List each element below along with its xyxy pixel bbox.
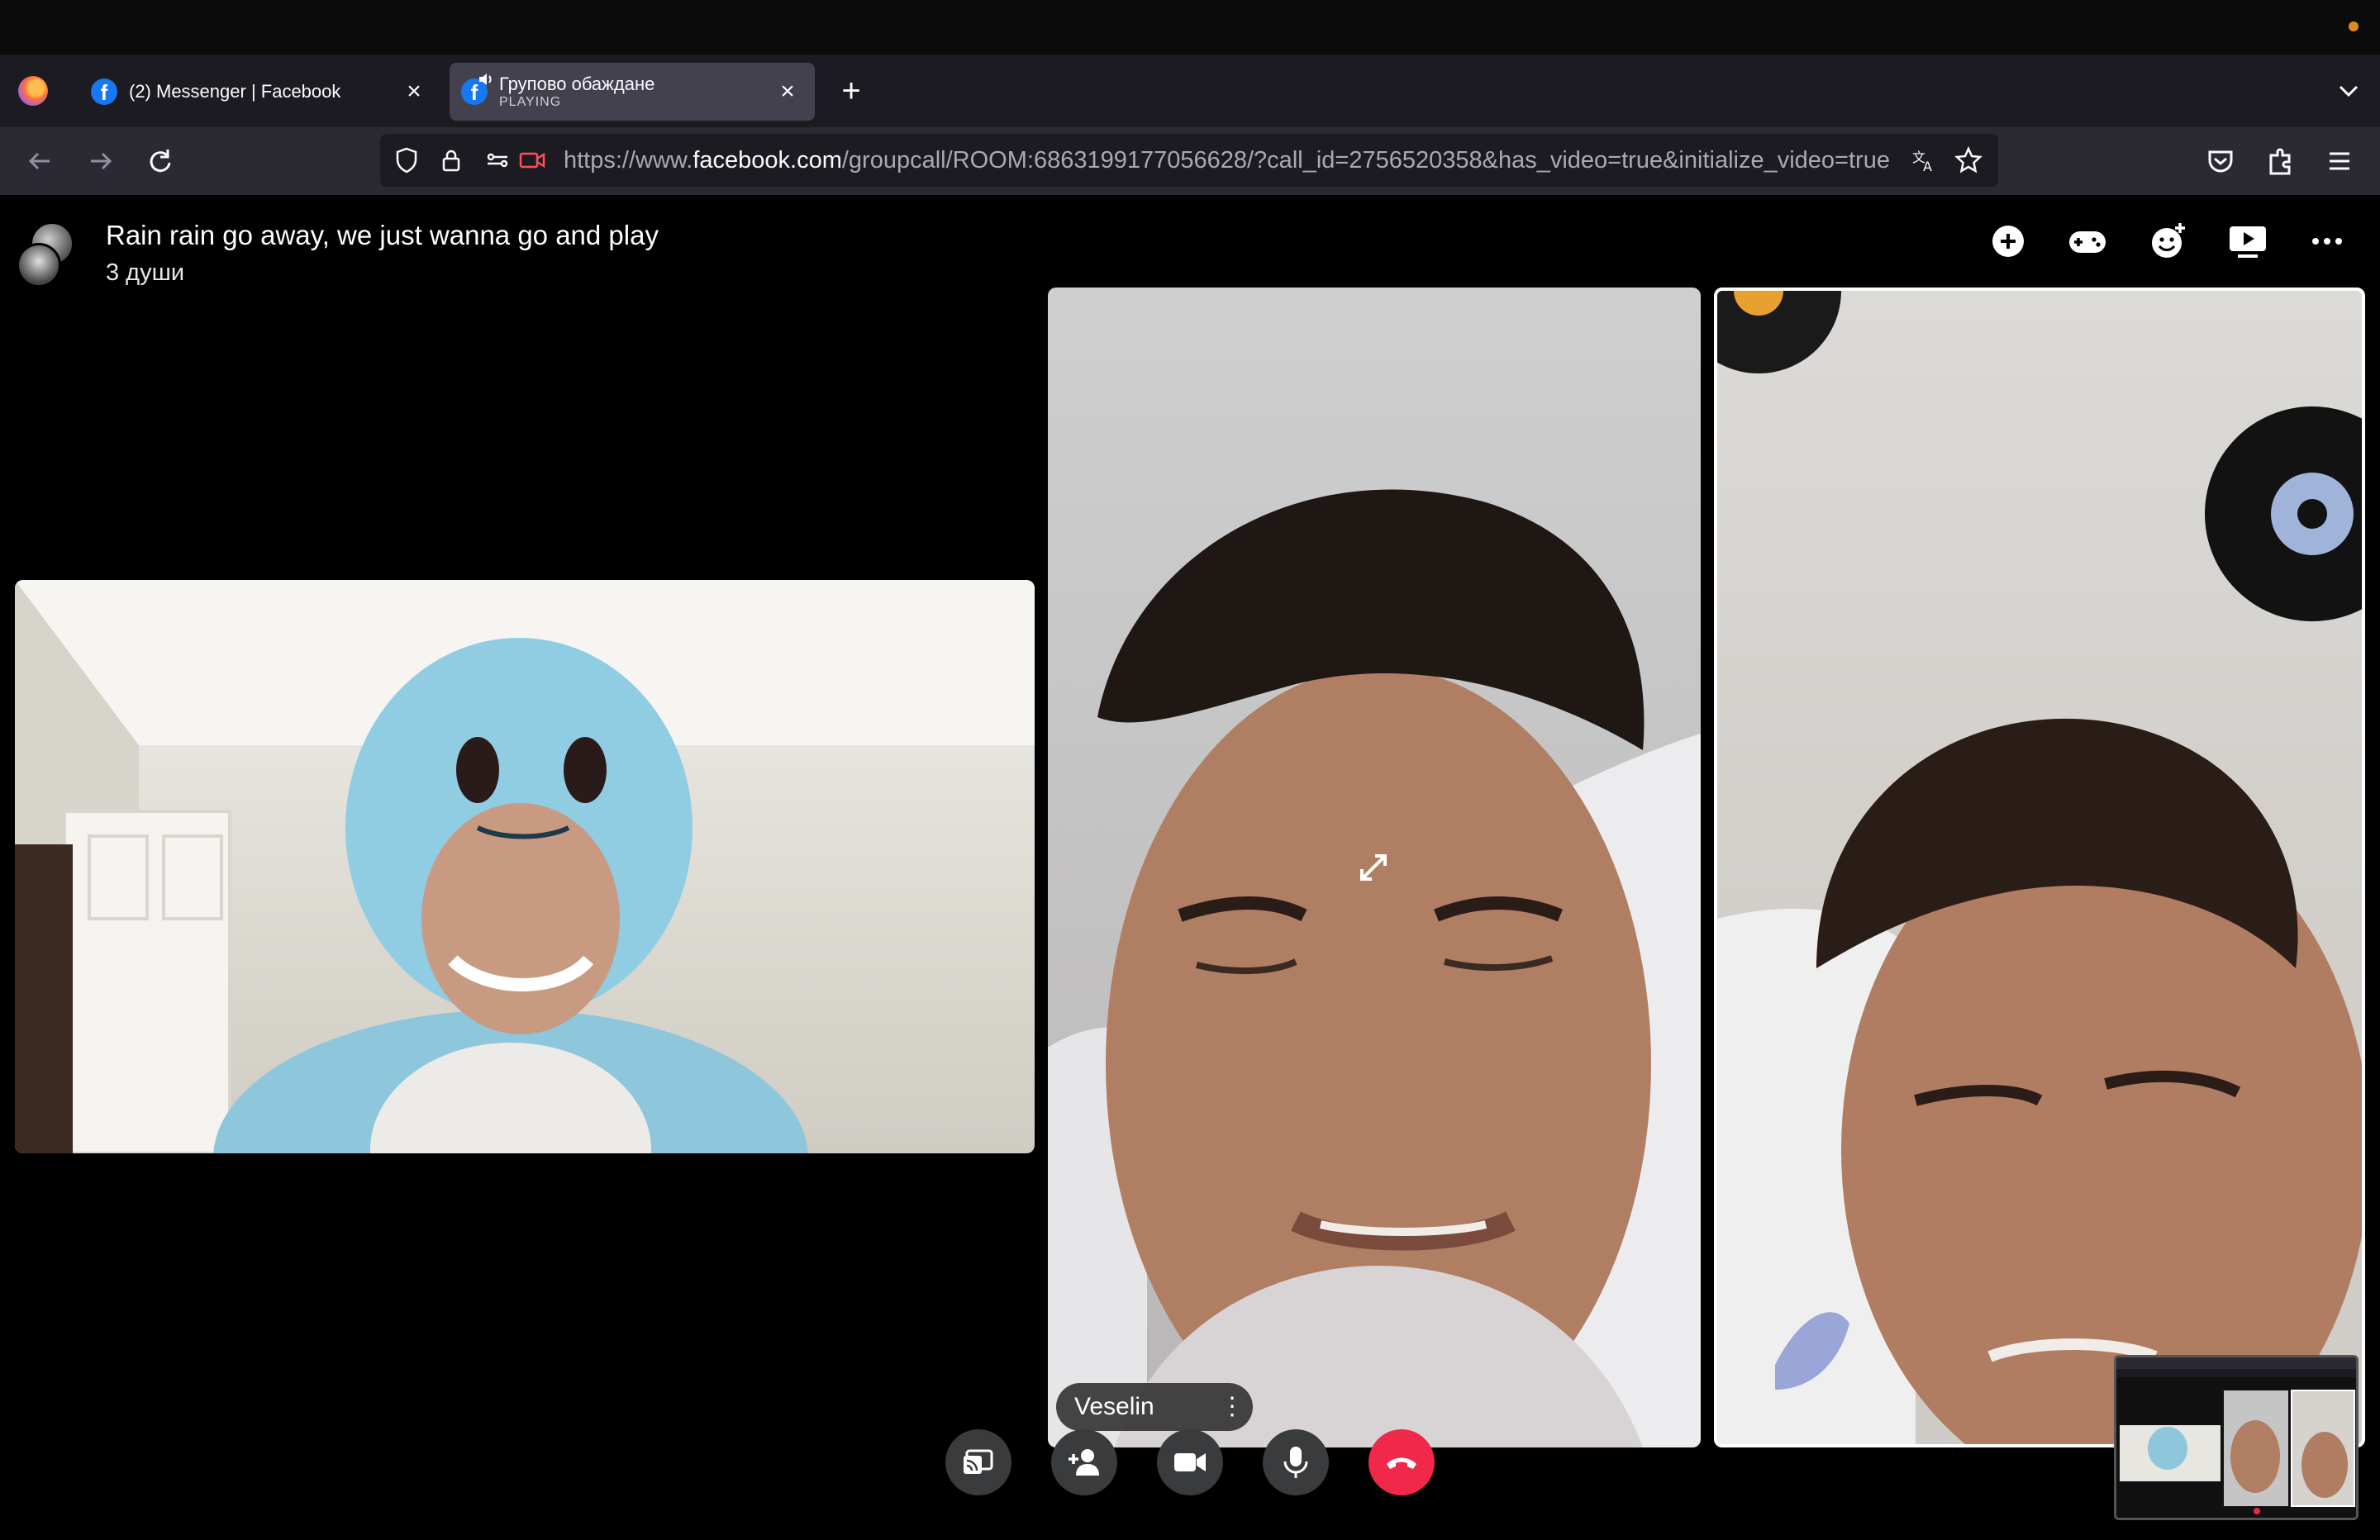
share-screen-icon: [964, 1449, 993, 1474]
translate-icon[interactable]: 文 A: [1909, 145, 1939, 175]
tab-title: Групово обаждане: [499, 74, 655, 94]
forward-icon[interactable]: [83, 144, 117, 178]
end-call-icon: [1387, 1457, 1416, 1469]
participant-video-1[interactable]: [15, 580, 1035, 1153]
url-bar[interactable]: https://www.facebook.com/groupcall/ROOM:…: [380, 134, 1998, 187]
speaker-playing-icon[interactable]: [478, 71, 494, 88]
tab-strip: f (2) Messenger | Facebook × f Групово о…: [0, 55, 2380, 127]
new-tab-icon[interactable]: +: [833, 73, 869, 109]
speaker-name-tag[interactable]: Veselin ⋮: [1056, 1383, 1253, 1431]
menu-icon[interactable]: [2322, 144, 2357, 178]
firefox-icon[interactable]: [18, 76, 48, 106]
url-text[interactable]: https://www.facebook.com/groupcall/ROOM:…: [564, 147, 1894, 175]
extensions-icon[interactable]: [2263, 144, 2297, 178]
share-screen-button[interactable]: [945, 1429, 1011, 1495]
effects-icon[interactable]: [2147, 220, 2190, 263]
video-camera-icon: [1174, 1453, 1206, 1471]
group-avatar[interactable]: [17, 221, 74, 291]
microphone-icon: [1283, 1447, 1308, 1478]
add-person-button[interactable]: [1051, 1429, 1117, 1495]
expand-icon[interactable]: [1354, 848, 1393, 887]
watch-together-icon[interactable]: [2226, 220, 2269, 263]
tracking-protection-shield-icon[interactable]: [392, 145, 421, 175]
more-icon[interactable]: [2306, 220, 2349, 263]
tab-messenger[interactable]: f (2) Messenger | Facebook ×: [79, 63, 441, 121]
self-view-thumbnail[interactable]: [2114, 1355, 2359, 1520]
close-tab-icon[interactable]: ×: [400, 78, 428, 106]
video-frame: [15, 580, 1035, 1153]
add-icon[interactable]: [1987, 220, 2030, 263]
add-person-icon: [1069, 1449, 1099, 1476]
end-call-button[interactable]: [1368, 1429, 1435, 1495]
status-indicator-dot: [2349, 21, 2359, 31]
pocket-icon[interactable]: [2203, 144, 2238, 178]
back-icon[interactable]: [23, 144, 58, 178]
video-camera-button[interactable]: [1157, 1429, 1223, 1495]
svg-text:A: A: [1923, 159, 1932, 174]
microphone-button[interactable]: [1263, 1429, 1329, 1495]
call-title: Rain rain go away, we just wanna go and …: [106, 220, 659, 250]
bookmark-star-icon[interactable]: [1954, 145, 1983, 175]
games-icon[interactable]: [2066, 220, 2109, 263]
tab-title: (2) Messenger | Facebook: [129, 81, 341, 102]
facebook-icon: f: [91, 78, 117, 105]
speaker-name: Veselin: [1074, 1393, 1154, 1420]
camera-sharing-icon[interactable]: [517, 145, 547, 175]
system-top-bar: [0, 0, 2380, 55]
list-all-tabs-icon[interactable]: [2332, 74, 2365, 107]
close-tab-icon[interactable]: ×: [774, 78, 802, 106]
navigation-bar: https://www.facebook.com/groupcall/ROOM:…: [0, 127, 2380, 195]
participant-video-3[interactable]: [1714, 288, 2365, 1447]
self-view-frame: [2116, 1357, 2356, 1514]
permissions-icon[interactable]: [483, 145, 512, 175]
reload-icon[interactable]: [142, 144, 177, 178]
speaker-options-icon[interactable]: ⋮: [1220, 1395, 1245, 1419]
lock-icon[interactable]: [436, 145, 466, 175]
video-frame: [1717, 291, 2362, 1444]
tab-playing-label: PLAYING: [499, 95, 562, 109]
avatar: [17, 243, 61, 288]
tab-group-call[interactable]: f Групово обаждане PLAYING ×: [450, 63, 815, 121]
participant-count: 3 души: [106, 259, 185, 286]
